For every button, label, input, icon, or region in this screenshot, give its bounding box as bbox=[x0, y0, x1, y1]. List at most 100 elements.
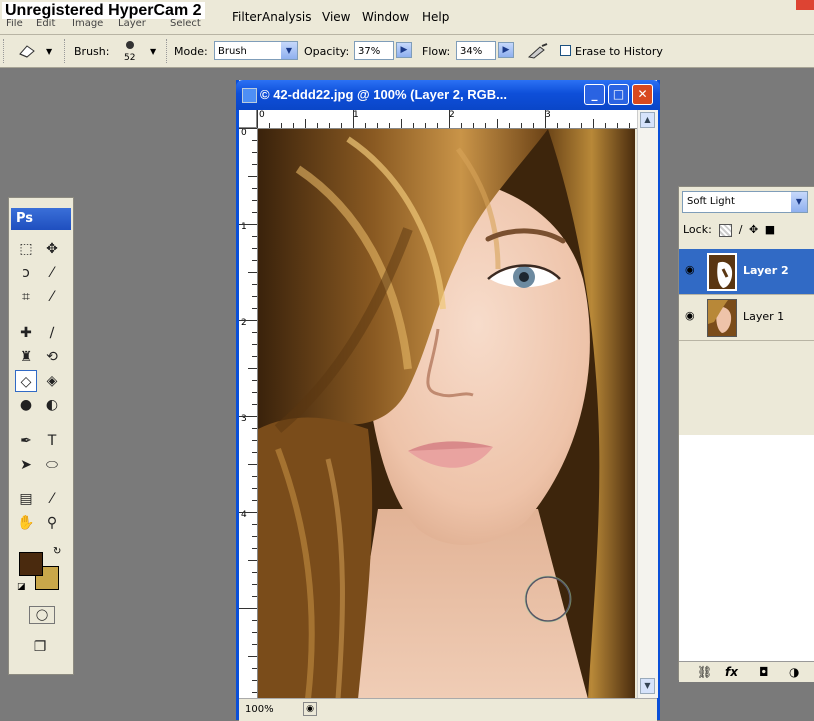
ruler-tick bbox=[252, 164, 257, 165]
brush-dropdown-icon[interactable]: ▼ bbox=[150, 47, 156, 56]
menu-edit[interactable]: Edit bbox=[36, 18, 55, 29]
vertical-scrollbar[interactable]: ▲ ▼ bbox=[637, 110, 658, 698]
layer-mask-icon[interactable]: ◘ bbox=[759, 665, 769, 679]
menu-view[interactable]: View bbox=[322, 10, 350, 24]
eraser-tool-icon[interactable]: ◇ bbox=[15, 370, 37, 392]
ruler-tick bbox=[252, 152, 257, 153]
swap-colors-icon[interactable]: ↻ bbox=[53, 546, 61, 557]
lock-all-icon[interactable]: ■ bbox=[765, 223, 775, 236]
vertical-ruler[interactable]: 0 1 2 3 4 bbox=[239, 128, 258, 698]
screen-mode-icon[interactable]: ❐ bbox=[29, 636, 51, 658]
maximize-button[interactable]: □ bbox=[608, 84, 629, 105]
opacity-slider-button[interactable]: ▶ bbox=[396, 42, 412, 58]
airbrush-icon[interactable] bbox=[526, 42, 550, 60]
opacity-input[interactable]: 37% bbox=[354, 41, 394, 60]
ruler-tick bbox=[252, 140, 257, 141]
zoom-level[interactable]: 100% bbox=[245, 704, 274, 715]
chevron-down-icon[interactable]: ▼ bbox=[791, 192, 807, 212]
move-tool-icon[interactable]: ✥ bbox=[41, 238, 63, 260]
menu-window[interactable]: Window bbox=[362, 10, 409, 24]
marquee-tool-icon[interactable]: ⬚ bbox=[15, 238, 37, 260]
zoom-tool-icon[interactable]: ⚲ bbox=[41, 512, 63, 534]
document-status-bar: 100% ◉ bbox=[239, 698, 657, 721]
menu-filter[interactable]: Filter bbox=[232, 10, 262, 24]
lock-pixels-icon[interactable]: ∕ bbox=[739, 223, 743, 236]
erase-to-history-checkbox[interactable] bbox=[560, 45, 571, 56]
brush-tool-icon[interactable]: ∕ bbox=[41, 322, 63, 344]
hand-tool-icon[interactable]: ✋ bbox=[15, 512, 37, 534]
adjustment-layer-icon[interactable]: ◑ bbox=[789, 665, 799, 679]
default-colors-icon[interactable]: ◪ bbox=[17, 582, 26, 592]
dodge-tool-icon[interactable]: ◐ bbox=[41, 394, 63, 416]
quick-mask-icon[interactable]: ◯ bbox=[29, 606, 55, 624]
link-layers-icon[interactable]: ⛓ bbox=[697, 665, 712, 679]
status-menu-icon[interactable]: ◉ bbox=[303, 702, 317, 716]
pen-tool-icon[interactable]: ✒ bbox=[15, 430, 37, 452]
path-selection-tool-icon[interactable]: ➤ bbox=[15, 454, 37, 476]
type-tool-icon[interactable]: T bbox=[41, 430, 63, 452]
ruler-origin[interactable] bbox=[239, 110, 257, 128]
visibility-eye-icon[interactable]: ◉ bbox=[685, 309, 695, 322]
ruler-tick bbox=[248, 560, 257, 561]
menu-bar: Filter Analysis View Window Help File Ed… bbox=[0, 0, 814, 35]
menu-file[interactable]: File bbox=[6, 18, 23, 29]
document-window: © 42-ddd22.jpg @ 100% (Layer 2, RGB... _… bbox=[236, 80, 660, 721]
ruler-tick bbox=[252, 260, 257, 261]
menu-help[interactable]: Help bbox=[422, 10, 449, 24]
history-brush-tool-icon[interactable]: ⟲ bbox=[41, 346, 63, 368]
ruler-tick bbox=[248, 176, 257, 177]
eraser-tool-icon[interactable] bbox=[16, 43, 38, 59]
blend-mode-select[interactable]: Soft Light ▼ bbox=[682, 191, 808, 213]
minimize-button[interactable]: _ bbox=[584, 84, 605, 105]
grip-handle[interactable] bbox=[3, 39, 7, 63]
magic-wand-tool-icon[interactable]: ⁄ bbox=[41, 262, 63, 284]
flow-input[interactable]: 34% bbox=[456, 41, 496, 60]
scroll-up-button[interactable]: ▲ bbox=[640, 112, 655, 128]
document-title-bar[interactable]: © 42-ddd22.jpg @ 100% (Layer 2, RGB... _… bbox=[236, 80, 660, 110]
lock-position-icon[interactable]: ✥ bbox=[749, 223, 758, 236]
ellipse-tool-icon[interactable]: ⬭ bbox=[41, 454, 63, 476]
layer-style-icon[interactable]: fx bbox=[725, 665, 738, 679]
lock-transparency-icon[interactable] bbox=[719, 223, 733, 237]
horizontal-ruler[interactable]: 0 1 2 3 bbox=[257, 110, 637, 129]
ruler-tick bbox=[353, 110, 354, 128]
brush-preview-icon[interactable] bbox=[126, 41, 134, 49]
close-icon[interactable] bbox=[796, 0, 814, 10]
blur-tool-icon[interactable]: ● bbox=[15, 394, 37, 416]
menu-analysis[interactable]: Analysis bbox=[262, 10, 311, 24]
lasso-tool-icon[interactable]: ↄ bbox=[15, 262, 37, 284]
layer-name: Layer 1 bbox=[743, 310, 785, 323]
chevron-down-icon[interactable]: ▼ bbox=[281, 42, 297, 59]
ruler-tick bbox=[239, 608, 257, 609]
menu-select[interactable]: Select bbox=[170, 18, 201, 29]
layer-row-layer-1[interactable]: ◉ Layer 1 bbox=[679, 295, 814, 341]
healing-brush-tool-icon[interactable]: ✚ bbox=[15, 322, 37, 344]
image-canvas[interactable] bbox=[258, 129, 635, 699]
photoshop-logo[interactable]: Ps bbox=[11, 208, 71, 230]
ruler-tick bbox=[252, 644, 257, 645]
eyedropper-tool-icon[interactable]: ⁄ bbox=[41, 488, 63, 510]
flow-slider-button[interactable]: ▶ bbox=[498, 42, 514, 58]
crop-tool-icon[interactable]: ⌗ bbox=[15, 286, 37, 308]
document-icon bbox=[242, 88, 257, 103]
notes-tool-icon[interactable]: ▤ bbox=[15, 488, 37, 510]
ruler-tick bbox=[317, 123, 318, 128]
ruler-tick bbox=[252, 680, 257, 681]
scroll-down-button[interactable]: ▼ bbox=[640, 678, 655, 694]
ruler-tick bbox=[252, 392, 257, 393]
visibility-eye-icon[interactable]: ◉ bbox=[685, 263, 695, 276]
paint-bucket-tool-icon[interactable]: ◈ bbox=[41, 370, 63, 392]
close-button[interactable]: ✕ bbox=[632, 84, 653, 105]
ruler-tick bbox=[497, 119, 498, 128]
ruler-tick bbox=[252, 248, 257, 249]
menu-layer[interactable]: Layer bbox=[118, 18, 146, 29]
mode-select[interactable]: Brush ▼ bbox=[214, 41, 298, 60]
clone-stamp-tool-icon[interactable]: ♜ bbox=[15, 346, 37, 368]
menu-image[interactable]: Image bbox=[72, 18, 103, 29]
slice-tool-icon[interactable]: ⁄ bbox=[41, 286, 63, 308]
ruler-tick bbox=[252, 596, 257, 597]
opacity-label: Opacity: bbox=[304, 45, 350, 58]
tool-preset-dropdown-icon[interactable]: ▼ bbox=[46, 47, 52, 56]
layer-row-layer-2[interactable]: ◉ Layer 2 bbox=[679, 249, 814, 295]
foreground-color-swatch[interactable] bbox=[19, 552, 43, 576]
